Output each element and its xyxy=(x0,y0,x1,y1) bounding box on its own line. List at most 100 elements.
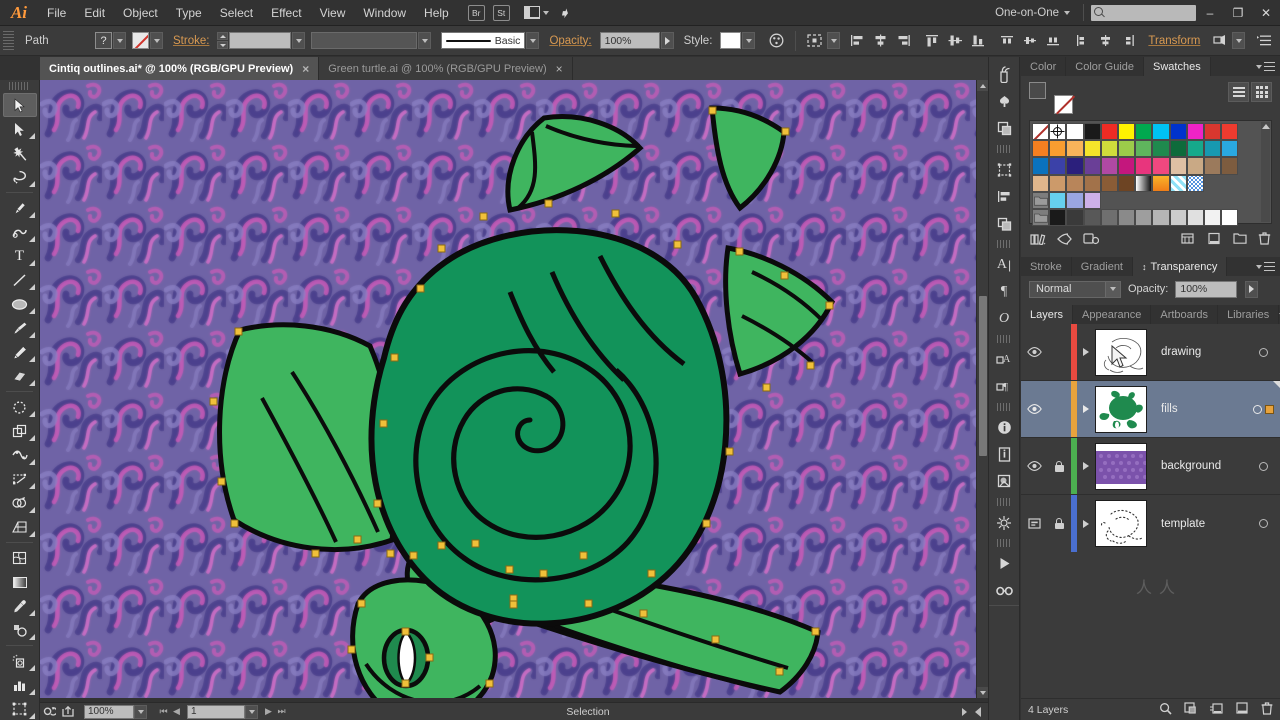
layer-row-fills[interactable]: fills xyxy=(1021,381,1280,438)
swatch-periwinkle[interactable] xyxy=(1066,191,1084,209)
swatch-green-5[interactable] xyxy=(1169,140,1187,158)
status-collapse-button[interactable] xyxy=(971,704,984,720)
graphic-style-dropdown[interactable] xyxy=(742,32,756,49)
menu-effect[interactable]: Effect xyxy=(262,0,310,26)
toggle-visibility-background[interactable] xyxy=(1021,461,1047,471)
menu-object[interactable]: Object xyxy=(114,0,167,26)
next-artboard-button[interactable]: ▶ xyxy=(262,704,275,720)
swatch-lime[interactable] xyxy=(1100,140,1118,158)
opacity-label[interactable]: Opacity: xyxy=(549,35,591,47)
swatch-pink[interactable] xyxy=(1117,157,1136,175)
symbol-sprayer-tool[interactable] xyxy=(3,649,37,673)
direct-selection-tool[interactable] xyxy=(3,117,37,141)
swatch-options-icon[interactable] xyxy=(1083,232,1100,248)
artboard-tool[interactable] xyxy=(3,697,37,720)
document-tab-green-turtle[interactable]: Green turtle.ai @ 100% (RGB/GPU Preview)… xyxy=(319,57,573,80)
swatch-sky[interactable] xyxy=(1221,140,1239,158)
minimize-button[interactable]: – xyxy=(1196,0,1224,26)
swatch-libraries-icon[interactable] xyxy=(1030,233,1046,248)
rail-group-grip[interactable] xyxy=(997,403,1011,411)
distribute-bottom-icon[interactable] xyxy=(1043,31,1064,51)
menu-edit[interactable]: Edit xyxy=(75,0,114,26)
shape-options-icon[interactable] xyxy=(1209,31,1230,51)
swatch-green-2[interactable] xyxy=(1117,140,1136,158)
opacity-field[interactable]: 100% xyxy=(1175,280,1238,298)
menu-file[interactable]: File xyxy=(38,0,75,26)
canvas-vertical-scrollbar[interactable] xyxy=(976,80,989,698)
target-indicator-template[interactable] xyxy=(1246,519,1280,528)
graphic-style-swatch[interactable] xyxy=(720,32,742,49)
panel-menu-button[interactable] xyxy=(1256,57,1280,76)
target-indicator-background[interactable] xyxy=(1246,461,1280,471)
swatch-gray-11[interactable] xyxy=(1221,208,1239,227)
new-swatch-icon[interactable] xyxy=(1208,232,1222,248)
swatch-brown[interactable] xyxy=(1203,157,1222,175)
swatch-red-3[interactable] xyxy=(1221,123,1239,141)
links-chain-icon[interactable] xyxy=(989,577,1019,604)
zoom-level-dropdown[interactable] xyxy=(134,704,147,719)
swatch-folder[interactable] xyxy=(1032,208,1050,227)
swatch-skin-2[interactable] xyxy=(1049,174,1067,192)
swatch-gray-10[interactable] xyxy=(1203,208,1222,227)
delete-selection-icon[interactable] xyxy=(1261,701,1273,718)
toggle-visibility-drawing[interactable] xyxy=(1021,347,1047,357)
brush-definition-field[interactable]: Basic xyxy=(441,32,526,49)
swatch-brown-2[interactable] xyxy=(1221,157,1239,175)
swatch-gray-2[interactable] xyxy=(1066,208,1084,227)
tab-gradient[interactable]: Gradient xyxy=(1072,257,1133,276)
document-canvas[interactable]: 人人素材 xyxy=(40,80,988,698)
transform-label[interactable]: Transform xyxy=(1148,35,1200,47)
paintbrush-tool[interactable] xyxy=(3,316,37,340)
rotate-tool[interactable] xyxy=(3,395,37,419)
swatch-gray-6[interactable] xyxy=(1135,208,1153,227)
stroke-weight-dropdown[interactable] xyxy=(292,32,306,49)
menu-window[interactable]: Window xyxy=(354,0,415,26)
vertical-scroll-thumb[interactable] xyxy=(979,296,987,456)
opacity-slider-button[interactable] xyxy=(1245,280,1259,298)
graphic-styles-icon[interactable] xyxy=(989,115,1019,142)
swatch-green-4[interactable] xyxy=(1152,140,1170,158)
character-styles-icon[interactable]: A xyxy=(989,346,1019,373)
stroke-label[interactable]: Stroke: xyxy=(173,35,209,47)
align-dropdown[interactable] xyxy=(827,32,841,49)
swatch-gradient-orange[interactable] xyxy=(1152,174,1170,192)
stroke-weight-stepper[interactable] xyxy=(217,32,229,49)
tab-color[interactable]: Color xyxy=(1021,57,1067,76)
zoom-level-field[interactable]: 100% xyxy=(84,704,134,719)
panel-menu-button[interactable] xyxy=(1256,257,1280,276)
perspective-grid-tool[interactable] xyxy=(3,515,37,539)
layer-name-drawing[interactable]: drawing xyxy=(1147,346,1246,358)
shape-options-dropdown[interactable] xyxy=(1232,32,1246,49)
create-new-sublayer-icon[interactable] xyxy=(1209,702,1224,717)
distribute-top-icon[interactable] xyxy=(997,31,1018,51)
blend-mode-select[interactable]: Normal xyxy=(1029,280,1121,298)
selection-tool[interactable] xyxy=(2,93,37,117)
line-segment-tool[interactable] xyxy=(3,268,37,292)
eyedropper-tool[interactable] xyxy=(3,594,37,618)
pathfinder-icon[interactable] xyxy=(989,210,1019,237)
opacity-slider-button[interactable] xyxy=(660,32,674,49)
delete-swatch-icon[interactable] xyxy=(1258,232,1271,248)
swatch-green[interactable] xyxy=(1135,123,1153,141)
restore-button[interactable]: ❐ xyxy=(1224,0,1252,26)
curvature-tool[interactable] xyxy=(3,220,37,244)
fill-swatch-indicator[interactable]: none-swatch xyxy=(1029,82,1046,99)
new-color-group-icon[interactable] xyxy=(1181,232,1197,248)
tab-stroke[interactable]: Stroke xyxy=(1021,257,1072,276)
swatch-gray-9[interactable] xyxy=(1186,208,1204,227)
rail-group-grip[interactable] xyxy=(997,539,1011,547)
image-trace-icon[interactable] xyxy=(989,509,1019,536)
swatch-blue[interactable] xyxy=(1169,123,1187,141)
mesh-tool[interactable] xyxy=(3,546,37,570)
paragraph-styles-icon[interactable]: ¶ xyxy=(989,373,1019,400)
workspace-switcher[interactable]: One-on-One xyxy=(989,7,1076,19)
none-swatch[interactable] xyxy=(1054,95,1073,114)
swatch-tan[interactable] xyxy=(1169,157,1187,175)
width-tool[interactable] xyxy=(3,443,37,467)
distribute-left-icon[interactable] xyxy=(1072,31,1093,51)
close-icon[interactable]: × xyxy=(556,62,563,76)
artboards-icon[interactable] xyxy=(989,156,1019,183)
swatch-pattern-checker[interactable] xyxy=(1169,174,1187,192)
status-options-button[interactable] xyxy=(958,704,971,720)
symbols-icon[interactable] xyxy=(989,88,1019,115)
